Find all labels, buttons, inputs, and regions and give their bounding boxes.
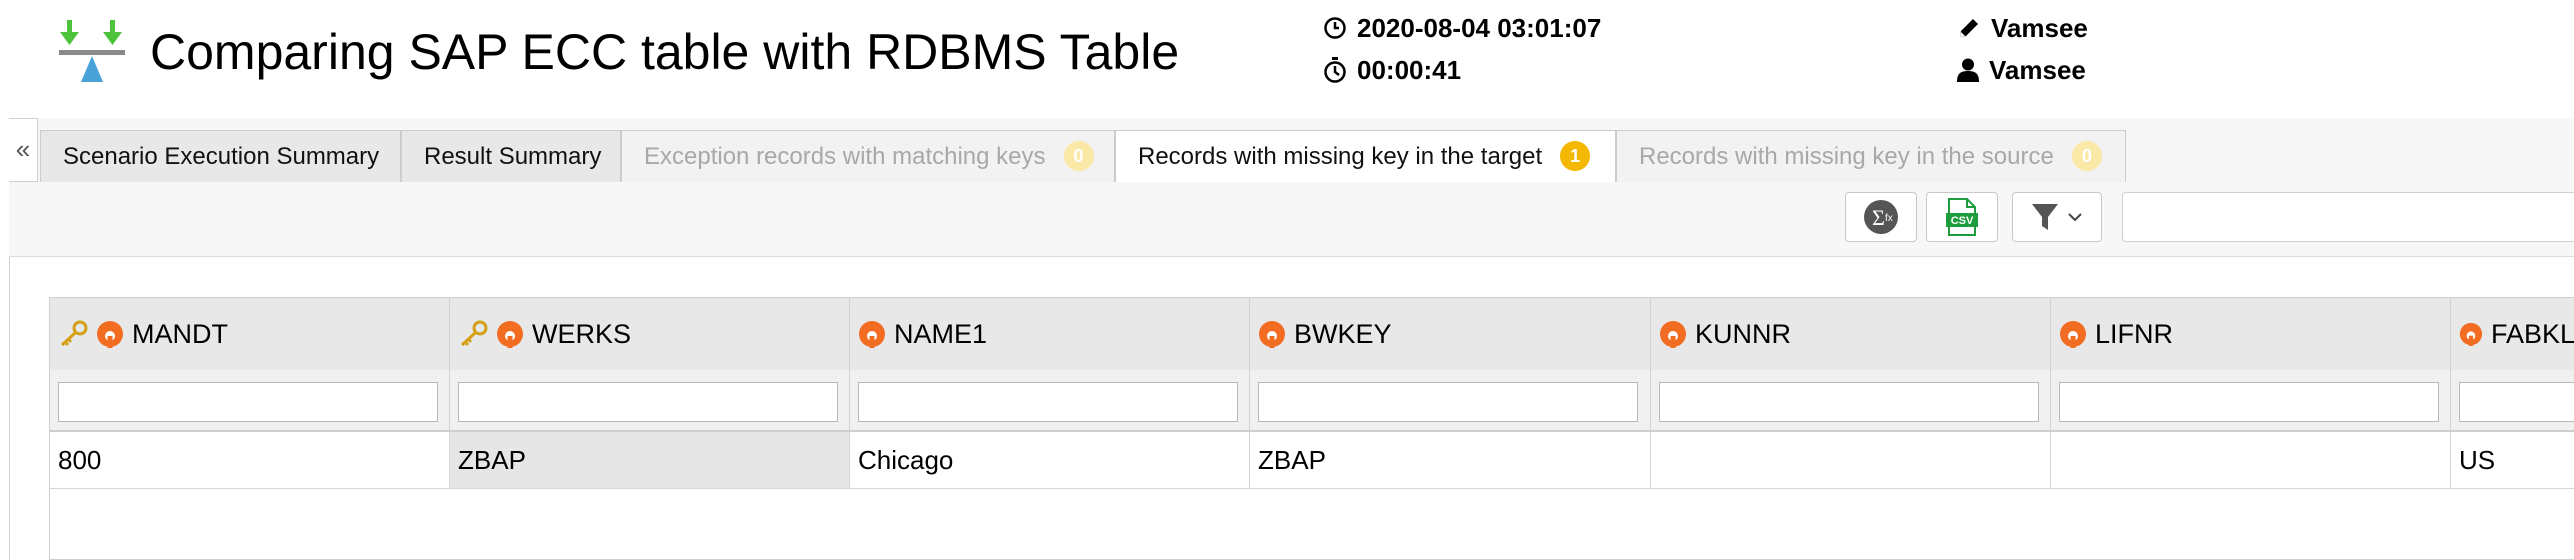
column-header-label: NAME1	[894, 318, 988, 349]
key-icon	[460, 320, 488, 347]
column-filter-cell	[850, 370, 1250, 430]
csv-label: CSV	[1951, 215, 1974, 227]
column-filter-cell	[450, 370, 850, 430]
pencil-icon	[1960, 19, 1978, 37]
tab-strip: Scenario Execution Summary Result Summar…	[38, 118, 2574, 183]
table-cell[interactable]: US	[2451, 432, 2574, 488]
run-duration-value: 00:00:41	[1357, 55, 1462, 85]
column-header-label: MANDT	[132, 318, 228, 349]
source-type-icon	[497, 321, 523, 348]
column-filter-input[interactable]	[1258, 382, 1638, 422]
tab-exception-records-matching-keys[interactable]: Exception records with matching keys 0	[621, 130, 1115, 182]
tab-label: Scenario Execution Summary	[63, 143, 380, 170]
column-header-label: WERKS	[532, 318, 632, 349]
tab-records-missing-key-target[interactable]: Records with missing key in the target 1	[1115, 130, 1616, 183]
sigma-icon: Σ fx	[1864, 200, 1898, 234]
svg-text:fx: fx	[1885, 213, 1893, 224]
table-cell[interactable]: ZBAP	[450, 432, 850, 488]
column-filter-cell	[50, 370, 450, 430]
stopwatch-icon	[1324, 57, 1346, 83]
column-header[interactable]: FABKL	[2451, 298, 2574, 370]
tab-records-missing-key-source[interactable]: Records with missing key in the source 0	[1616, 130, 2126, 182]
count-badge: 0	[2071, 140, 2102, 171]
column-filter-input[interactable]	[2059, 382, 2439, 422]
edited-by: Vamsee	[1957, 13, 2088, 43]
column-filter-input[interactable]	[2459, 382, 2574, 422]
column-header[interactable]: LIFNR	[2051, 298, 2451, 370]
column-header[interactable]: MANDT	[50, 298, 450, 370]
owner: Vamsee	[1957, 55, 2086, 85]
table-cell[interactable]	[1651, 432, 2051, 488]
balance-logo-icon	[59, 20, 125, 82]
tab-result-summary[interactable]: Result Summary	[401, 130, 621, 182]
column-header[interactable]: KUNNR	[1651, 298, 2051, 370]
filter-icon	[2032, 204, 2058, 230]
column-header[interactable]: NAME1	[850, 298, 1250, 370]
column-header-label: FABKL	[2490, 318, 2574, 349]
tab-label: Records with missing key in the target	[1138, 143, 1543, 170]
page-header: Comparing SAP ECC table with RDBMS Table…	[9, 0, 2574, 119]
chevron-down-icon	[2068, 213, 2082, 222]
column-filter-input[interactable]	[58, 382, 438, 422]
column-header-label: KUNNR	[1695, 318, 1792, 349]
csv-icon: CSV	[1946, 198, 1978, 236]
table-row[interactable]: 800 ZBAP Chicago ZBAP US	[50, 432, 2574, 489]
aggregate-button[interactable]: Σ fx	[1845, 192, 1917, 242]
table-cell[interactable]: ZBAP	[1250, 432, 1651, 488]
source-type-icon	[1660, 321, 1686, 348]
table-cell[interactable]: 800	[50, 432, 450, 488]
search-input[interactable]	[2122, 192, 2574, 242]
svg-text:Σ: Σ	[1872, 205, 1885, 230]
tab-scenario-execution-summary[interactable]: Scenario Execution Summary	[40, 130, 401, 182]
page-title: Comparing SAP ECC table with RDBMS Table	[150, 24, 1180, 80]
records-grid: MANDT WERKS NAME1 BWKEY KUNNR LIFNR FABK…	[49, 297, 2574, 560]
grid-header-row: MANDT WERKS NAME1 BWKEY KUNNR LIFNR FABK…	[50, 298, 2574, 371]
column-header[interactable]: BWKEY	[1250, 298, 1651, 370]
grid-filter-row	[50, 370, 2574, 432]
count-badge: 1	[1560, 140, 1591, 171]
collapse-panel-button[interactable]: «	[9, 118, 38, 182]
source-type-icon	[2060, 321, 2086, 348]
column-header-label: LIFNR	[2095, 318, 2174, 349]
tab-label: Result Summary	[424, 143, 602, 170]
user-icon	[1957, 58, 1979, 82]
column-filter-input[interactable]	[458, 382, 838, 422]
run-duration: 00:00:41	[1323, 55, 1461, 85]
key-icon	[60, 320, 88, 347]
column-filter-cell	[1651, 370, 2051, 430]
source-type-icon	[859, 321, 885, 348]
source-type-icon	[2459, 322, 2483, 346]
column-header-label: BWKEY	[1294, 318, 1392, 349]
column-filter-input[interactable]	[1659, 382, 2039, 422]
tab-label: Exception records with matching keys	[644, 143, 1046, 170]
owner-value: Vamsee	[1989, 55, 2086, 85]
edited-by-value: Vamsee	[1991, 13, 2088, 43]
run-datetime: 2020-08-04 03:01:07	[1323, 13, 1601, 43]
column-filter-cell	[2451, 370, 2574, 430]
column-filter-cell	[2051, 370, 2451, 430]
run-datetime-value: 2020-08-04 03:01:07	[1357, 13, 1602, 43]
source-type-icon	[97, 321, 123, 348]
column-filter-input[interactable]	[858, 382, 1238, 422]
count-badge: 0	[1063, 140, 1094, 171]
source-type-icon	[1259, 321, 1285, 348]
tab-label: Records with missing key in the source	[1639, 143, 2054, 170]
table-cell[interactable]	[2051, 432, 2451, 488]
column-filter-cell	[1250, 370, 1651, 430]
export-csv-button[interactable]: CSV	[1926, 192, 1998, 242]
grid-toolbar: Σ fx CSV	[9, 182, 2574, 257]
column-header[interactable]: WERKS	[450, 298, 850, 370]
table-cell[interactable]: Chicago	[850, 432, 1250, 488]
filter-dropdown-button[interactable]	[2012, 192, 2102, 242]
clock-icon	[1324, 17, 1346, 39]
